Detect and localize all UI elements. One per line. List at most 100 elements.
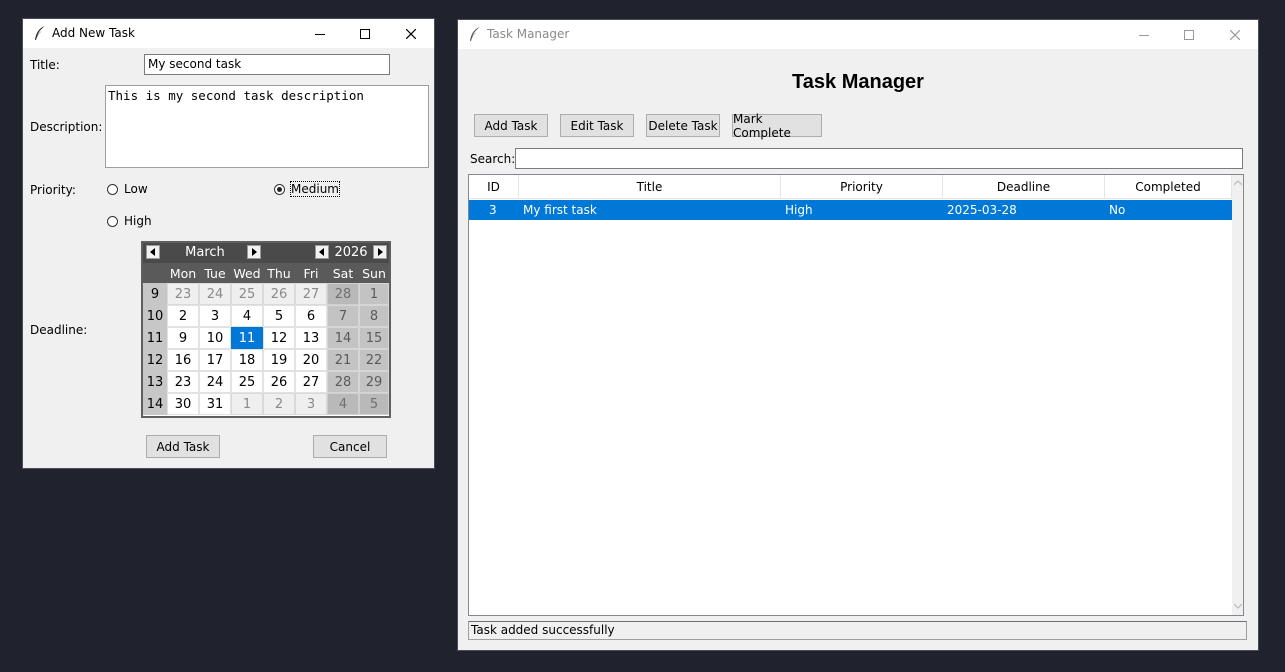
column-header-priority[interactable]: Priority xyxy=(781,175,943,199)
title-input[interactable]: My second task xyxy=(144,54,390,75)
add-task-dialog: Add New Task Title: My second task Descr… xyxy=(23,19,434,468)
column-header-id[interactable]: ID xyxy=(469,175,519,199)
calendar-day[interactable]: 17 xyxy=(199,349,231,371)
cell-deadline: 2025-03-28 xyxy=(947,203,1017,217)
dialog-add-task-button[interactable]: Add Task xyxy=(146,435,220,458)
minimize-icon xyxy=(315,33,325,35)
calendar-week-number: 11 xyxy=(143,327,167,349)
calendar-day[interactable]: 13 xyxy=(295,327,327,349)
minimize-button[interactable] xyxy=(297,19,343,48)
calendar-day[interactable]: 26 xyxy=(263,283,295,305)
calendar-day[interactable]: 22 xyxy=(359,349,389,371)
prev-month-button[interactable] xyxy=(146,245,160,259)
calendar-day[interactable]: 5 xyxy=(359,393,389,415)
priority-label: Priority: xyxy=(30,183,76,197)
main-titlebar[interactable]: Task Manager xyxy=(458,20,1258,49)
table-row[interactable]: 3 My first task High 2025-03-28 No xyxy=(469,200,1232,220)
calendar-day[interactable]: 11 xyxy=(231,327,263,349)
calendar-day[interactable]: 24 xyxy=(199,283,231,305)
calendar-day[interactable]: 25 xyxy=(231,283,263,305)
calendar-day[interactable]: 4 xyxy=(231,305,263,327)
calendar-day[interactable]: 9 xyxy=(167,327,199,349)
calendar-day[interactable]: 23 xyxy=(167,371,199,393)
calendar-weekday-fri: Fri xyxy=(303,265,319,281)
deadline-calendar[interactable]: March 2026 Mon Tue Wed Thu Fri Sat Sun 9 23 24 25 2… xyxy=(141,241,391,418)
calendar-day[interactable]: 23 xyxy=(167,283,199,305)
calendar-weekday-mon: Mon xyxy=(169,265,197,281)
radio-indicator xyxy=(107,183,118,195)
task-table[interactable]: ID Title Priority Deadline Completed 3 M… xyxy=(468,174,1244,616)
calendar-day[interactable]: 28 xyxy=(327,283,359,305)
next-month-button[interactable] xyxy=(247,245,261,259)
calendar-day[interactable]: 12 xyxy=(263,327,295,349)
calendar-day[interactable]: 4 xyxy=(327,393,359,415)
calendar-day[interactable]: 19 xyxy=(263,349,295,371)
calendar-day[interactable]: 1 xyxy=(231,393,263,415)
priority-high-radio[interactable]: High xyxy=(107,214,152,228)
calendar-day[interactable]: 10 xyxy=(199,327,231,349)
column-header-title[interactable]: Title xyxy=(519,175,781,199)
main-window-title: Task Manager xyxy=(487,27,570,41)
calendar-day[interactable]: 29 xyxy=(359,371,389,393)
calendar-weekday-sat: Sat xyxy=(332,265,354,281)
column-header-completed[interactable]: Completed xyxy=(1105,175,1232,199)
calendar-day[interactable]: 18 xyxy=(231,349,263,371)
close-button[interactable] xyxy=(1212,20,1258,49)
dialog-cancel-button[interactable]: Cancel xyxy=(313,435,387,458)
calendar-day[interactable]: 7 xyxy=(327,305,359,327)
calendar-day[interactable]: 30 xyxy=(167,393,199,415)
next-year-button[interactable] xyxy=(373,245,387,259)
minimize-button[interactable] xyxy=(1121,20,1167,49)
mark-complete-button[interactable]: Mark Complete xyxy=(732,112,822,140)
delete-task-button[interactable]: Delete Task xyxy=(646,114,720,137)
calendar-day[interactable]: 8 xyxy=(359,305,389,327)
calendar-day[interactable]: 21 xyxy=(327,349,359,371)
description-textarea[interactable]: This is my second task description xyxy=(105,85,429,168)
priority-medium-radio[interactable]: Medium xyxy=(274,181,340,197)
table-scrollbar[interactable] xyxy=(1232,175,1243,615)
column-header-deadline[interactable]: Deadline xyxy=(943,175,1105,199)
priority-low-radio[interactable]: Low xyxy=(107,182,148,196)
add-task-button[interactable]: Add Task xyxy=(474,114,548,137)
prev-year-button[interactable] xyxy=(315,245,329,259)
calendar-day[interactable]: 25 xyxy=(231,371,263,393)
search-input[interactable] xyxy=(515,148,1243,169)
calendar-weekday-thu: Thu xyxy=(267,265,291,281)
calendar-day[interactable]: 2 xyxy=(167,305,199,327)
arrow-left-icon xyxy=(150,248,155,256)
calendar-week-number: 9 xyxy=(143,283,167,305)
calendar-day[interactable]: 2 xyxy=(263,393,295,415)
feather-icon xyxy=(468,26,482,42)
maximize-button[interactable] xyxy=(1166,20,1212,49)
calendar-day[interactable]: 14 xyxy=(327,327,359,349)
calendar-day[interactable]: 3 xyxy=(295,393,327,415)
calendar-day[interactable]: 20 xyxy=(295,349,327,371)
calendar-day[interactable]: 3 xyxy=(199,305,231,327)
calendar-day[interactable]: 15 xyxy=(359,327,389,349)
calendar-day[interactable]: 16 xyxy=(167,349,199,371)
calendar-day[interactable]: 27 xyxy=(295,283,327,305)
scroll-up-icon[interactable] xyxy=(1234,180,1242,186)
calendar-day[interactable]: 28 xyxy=(327,371,359,393)
arrow-right-icon xyxy=(252,248,257,256)
calendar-day[interactable]: 6 xyxy=(295,305,327,327)
maximize-button[interactable] xyxy=(342,19,388,48)
priority-medium-label: Medium xyxy=(290,181,340,197)
calendar-day[interactable]: 31 xyxy=(199,393,231,415)
dialog-titlebar[interactable]: Add New Task xyxy=(23,19,434,48)
calendar-weekday-sun: Sun xyxy=(362,265,386,281)
calendar-month: March xyxy=(185,245,225,260)
cell-priority: High xyxy=(785,203,813,217)
calendar-day[interactable]: 26 xyxy=(263,371,295,393)
calendar-day[interactable]: 1 xyxy=(359,283,389,305)
calendar-corner xyxy=(143,263,167,283)
cell-completed: No xyxy=(1109,203,1126,217)
close-button[interactable] xyxy=(388,19,434,48)
dialog-title: Add New Task xyxy=(52,26,135,40)
calendar-day[interactable]: 27 xyxy=(295,371,327,393)
scroll-down-icon[interactable] xyxy=(1234,603,1242,609)
minimize-icon xyxy=(1139,34,1149,36)
calendar-day[interactable]: 5 xyxy=(263,305,295,327)
edit-task-button[interactable]: Edit Task xyxy=(560,114,634,137)
calendar-day[interactable]: 24 xyxy=(199,371,231,393)
